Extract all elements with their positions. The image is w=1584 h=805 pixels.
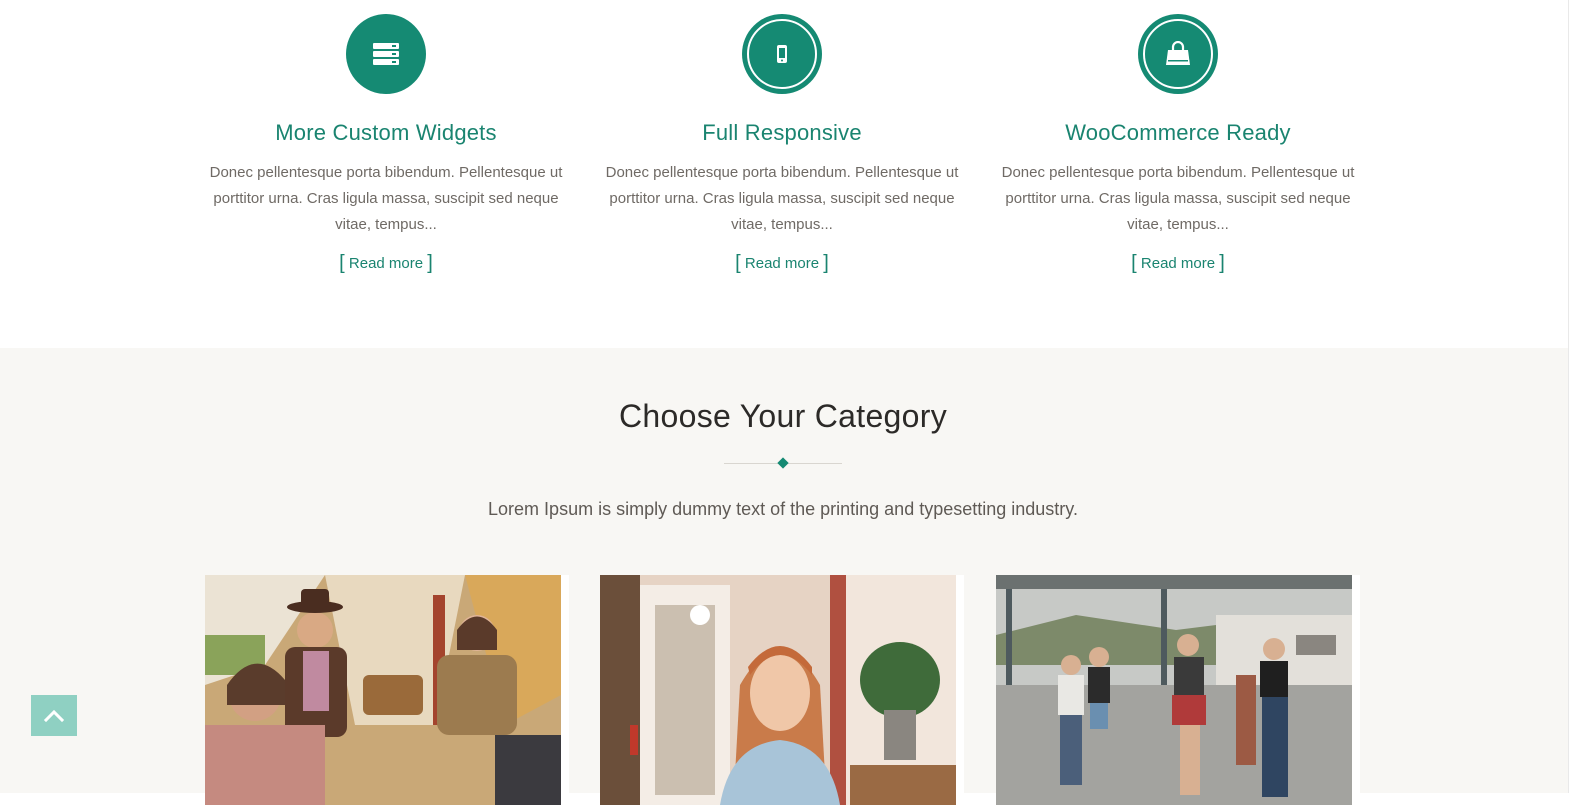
back-to-top-button[interactable]: [31, 695, 77, 736]
feature-title: Full Responsive: [702, 120, 862, 145]
category-subheading: Lorem Ipsum is simply dummy text of the …: [488, 499, 1078, 519]
read-more-link[interactable]: [ Read more ]: [339, 252, 433, 275]
feature-custom-widgets: More Custom Widgets Donec pellentesque p…: [206, 14, 566, 275]
category-heading: Choose Your Category: [619, 398, 947, 434]
category-card-2[interactable]: [600, 575, 964, 805]
category-card-1[interactable]: [205, 575, 569, 805]
bracket-close: ]: [823, 252, 829, 274]
women-walking-photo: [996, 575, 1352, 805]
divider-diamond-icon: [777, 457, 789, 469]
features-section: More Custom Widgets Donec pellentesque p…: [0, 0, 1568, 348]
server-icon: [346, 14, 426, 94]
friends-camping-photo: [205, 575, 561, 805]
read-more-label: Read more: [348, 255, 424, 272]
feature-description: Donec pellentesque porta bibendum. Pelle…: [1001, 164, 1355, 233]
feature-title: More Custom Widgets: [275, 120, 497, 145]
read-more-link[interactable]: [ Read more ]: [1131, 252, 1225, 275]
category-section: Choose Your Category Lorem Ipsum is simp…: [0, 348, 1568, 805]
bracket-open: [: [1131, 252, 1137, 274]
feature-description: Donec pellentesque porta bibendum. Pelle…: [209, 164, 563, 233]
read-more-link[interactable]: [ Read more ]: [735, 252, 829, 275]
mobile-icon: [742, 14, 822, 94]
scrollbar[interactable]: [1568, 0, 1584, 793]
feature-woocommerce-ready: WooCommerce Ready Donec pellentesque por…: [998, 14, 1358, 275]
shopping-bag-icon: [1138, 14, 1218, 94]
chevron-up-icon: [44, 709, 64, 722]
read-more-label: Read more: [744, 255, 820, 272]
bracket-open: [: [735, 252, 741, 274]
category-card-3[interactable]: [996, 575, 1360, 805]
feature-full-responsive: Full Responsive Donec pellentesque porta…: [602, 14, 962, 275]
bracket-close: ]: [427, 252, 433, 274]
feature-title: WooCommerce Ready: [1065, 120, 1291, 145]
page: More Custom Widgets Donec pellentesque p…: [0, 0, 1568, 805]
bracket-open: [: [339, 252, 345, 274]
woman-smiling-cafe-photo: [600, 575, 956, 805]
bracket-close: ]: [1219, 252, 1225, 274]
read-more-label: Read more: [1140, 255, 1216, 272]
feature-description: Donec pellentesque porta bibendum. Pelle…: [605, 164, 959, 233]
